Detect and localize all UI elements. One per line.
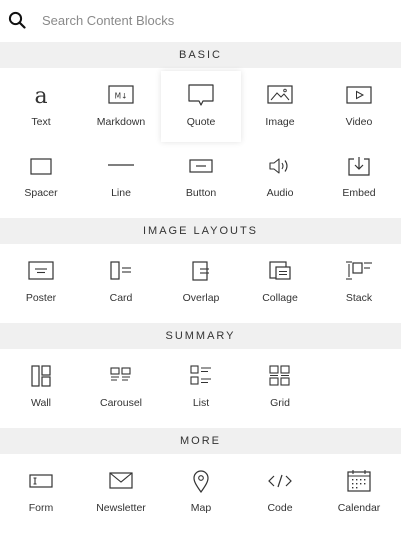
search-icon: [8, 11, 26, 29]
block-collage[interactable]: Collage: [240, 247, 320, 318]
block-map[interactable]: Map: [161, 457, 241, 528]
collage-icon: [265, 258, 295, 284]
calendar-icon: [344, 468, 374, 494]
block-label: Quote: [186, 116, 216, 128]
section-title: IMAGE LAYOUTS: [142, 225, 259, 237]
block-label: Spacer: [24, 187, 58, 199]
section-header-more: MORE: [0, 428, 401, 454]
embed-icon: [344, 153, 374, 179]
list-icon: [186, 363, 216, 389]
line-icon: [106, 153, 136, 179]
section-header-image-layouts: IMAGE LAYOUTS: [0, 218, 401, 244]
button-icon: [186, 153, 216, 179]
block-button[interactable]: Button: [161, 142, 241, 213]
grid-icon: [265, 363, 295, 389]
block-label: Stack: [345, 292, 373, 304]
block-label: Button: [185, 187, 217, 199]
text-icon: a: [26, 82, 56, 108]
block-audio[interactable]: Audio: [240, 142, 320, 213]
block-grid[interactable]: Grid: [240, 352, 320, 423]
block-embed[interactable]: Embed: [319, 142, 399, 213]
section-title: BASIC: [178, 49, 222, 61]
svg-text:a: a: [34, 84, 47, 108]
block-label: Poster: [25, 292, 57, 304]
block-line[interactable]: Line: [81, 142, 161, 213]
search-input[interactable]: [34, 8, 392, 32]
block-carousel[interactable]: Carousel: [81, 352, 161, 423]
block-label: Embed: [342, 187, 376, 199]
block-form[interactable]: Form: [1, 457, 81, 528]
block-image[interactable]: Image: [240, 71, 320, 142]
markdown-icon: M↓: [106, 82, 136, 108]
section-header-basic: BASIC: [0, 42, 401, 68]
block-label: Image: [265, 116, 295, 128]
stack-icon: [344, 258, 374, 284]
search-bar: [0, 0, 401, 41]
audio-icon: [265, 153, 295, 179]
block-label: Code: [267, 502, 293, 514]
block-wall[interactable]: Wall: [1, 352, 81, 423]
image-layouts-grid: Poster Card Overlap Collage Stack: [0, 247, 401, 318]
block-label: Wall: [30, 397, 52, 409]
block-label: Newsletter: [96, 502, 146, 514]
card-icon: [106, 258, 136, 284]
summary-grid: Wall Carousel List Grid: [0, 352, 401, 423]
wall-icon: [26, 363, 56, 389]
block-label: Video: [345, 116, 373, 128]
quote-icon: [186, 82, 216, 108]
block-label: Text: [31, 116, 51, 128]
block-label: Grid: [270, 397, 290, 409]
block-newsletter[interactable]: Newsletter: [81, 457, 161, 528]
block-overlap[interactable]: Overlap: [161, 247, 241, 318]
carousel-icon: [106, 363, 136, 389]
block-label: Form: [28, 502, 54, 514]
form-icon: [26, 468, 56, 494]
block-calendar[interactable]: Calendar: [319, 457, 399, 528]
block-label: List: [192, 397, 210, 409]
map-pin-icon: [186, 468, 216, 494]
block-list[interactable]: List: [161, 352, 241, 423]
block-stack[interactable]: Stack: [319, 247, 399, 318]
block-video[interactable]: Video: [319, 71, 399, 142]
block-label: Audio: [266, 187, 294, 199]
block-label: Map: [190, 502, 212, 514]
poster-icon: [26, 258, 56, 284]
video-icon: [344, 82, 374, 108]
section-title: SUMMARY: [165, 330, 236, 342]
spacer-icon: [26, 153, 56, 179]
basic-grid: a Text M↓ Markdown Quote Image Video Spa…: [0, 71, 401, 213]
block-card[interactable]: Card: [81, 247, 161, 318]
block-label: Carousel: [99, 397, 143, 409]
envelope-icon: [106, 468, 136, 494]
block-label: Overlap: [182, 292, 220, 304]
block-markdown[interactable]: M↓ Markdown: [81, 71, 161, 142]
section-title: MORE: [180, 435, 221, 447]
more-grid: Form Newsletter Map Code Calendar: [0, 457, 401, 528]
block-quote[interactable]: Quote: [161, 71, 241, 142]
section-header-summary: SUMMARY: [0, 323, 401, 349]
svg-text:M↓: M↓: [115, 92, 128, 101]
image-icon: [265, 82, 295, 108]
block-code[interactable]: Code: [240, 457, 320, 528]
block-poster[interactable]: Poster: [1, 247, 81, 318]
code-icon: [265, 468, 295, 494]
block-label: Line: [111, 187, 131, 199]
block-label: Card: [109, 292, 133, 304]
block-label: Markdown: [96, 116, 146, 128]
block-text[interactable]: a Text: [1, 71, 81, 142]
block-spacer[interactable]: Spacer: [1, 142, 81, 213]
block-label: Calendar: [337, 502, 381, 514]
overlap-icon: [186, 258, 216, 284]
block-label: Collage: [262, 292, 298, 304]
